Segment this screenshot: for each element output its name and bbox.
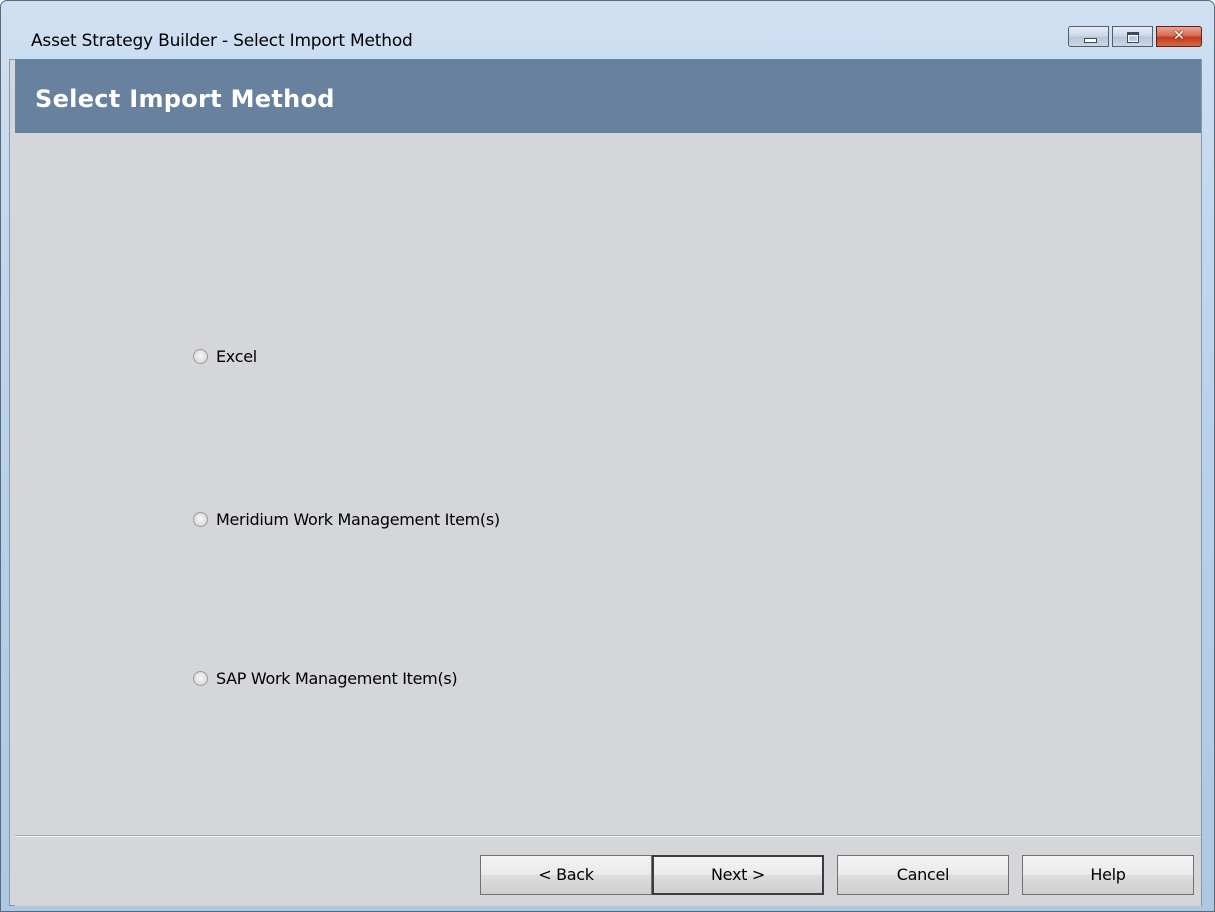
help-button[interactable]: Help	[1022, 855, 1194, 895]
option-label: Meridium Work Management Item(s)	[216, 509, 500, 529]
option-label: SAP Work Management Item(s)	[216, 668, 458, 688]
page-header: Select Import Method	[15, 59, 1201, 133]
import-method-options: Excel Meridium Work Management Item(s) S…	[15, 133, 1201, 835]
back-button[interactable]: < Back	[480, 855, 652, 895]
next-button[interactable]: Next >	[652, 855, 824, 895]
maximize-icon	[1113, 27, 1152, 46]
radio-button[interactable]	[193, 348, 208, 364]
option-label: Excel	[216, 346, 257, 366]
radio-button[interactable]	[193, 511, 208, 527]
minimize-icon	[1069, 27, 1108, 46]
title-bar[interactable]: Asset Strategy Builder - Select Import M…	[1, 1, 1214, 58]
radio-button[interactable]	[193, 670, 208, 686]
close-button[interactable]	[1156, 26, 1202, 47]
option-sap-work-management[interactable]: SAP Work Management Item(s)	[193, 666, 458, 690]
option-excel[interactable]: Excel	[193, 344, 257, 368]
page-title: Select Import Method	[35, 85, 335, 113]
button-bar: < Back Next > Cancel Help	[15, 835, 1201, 906]
minimize-button[interactable]	[1068, 26, 1109, 47]
wizard-window: Asset Strategy Builder - Select Import M…	[0, 0, 1215, 912]
option-meridium-work-management[interactable]: Meridium Work Management Item(s)	[193, 507, 500, 531]
window-title: Asset Strategy Builder - Select Import M…	[31, 31, 413, 51]
window-controls	[1068, 26, 1202, 48]
maximize-button[interactable]	[1112, 26, 1153, 47]
cancel-button[interactable]: Cancel	[837, 855, 1009, 895]
close-icon	[1157, 27, 1201, 46]
